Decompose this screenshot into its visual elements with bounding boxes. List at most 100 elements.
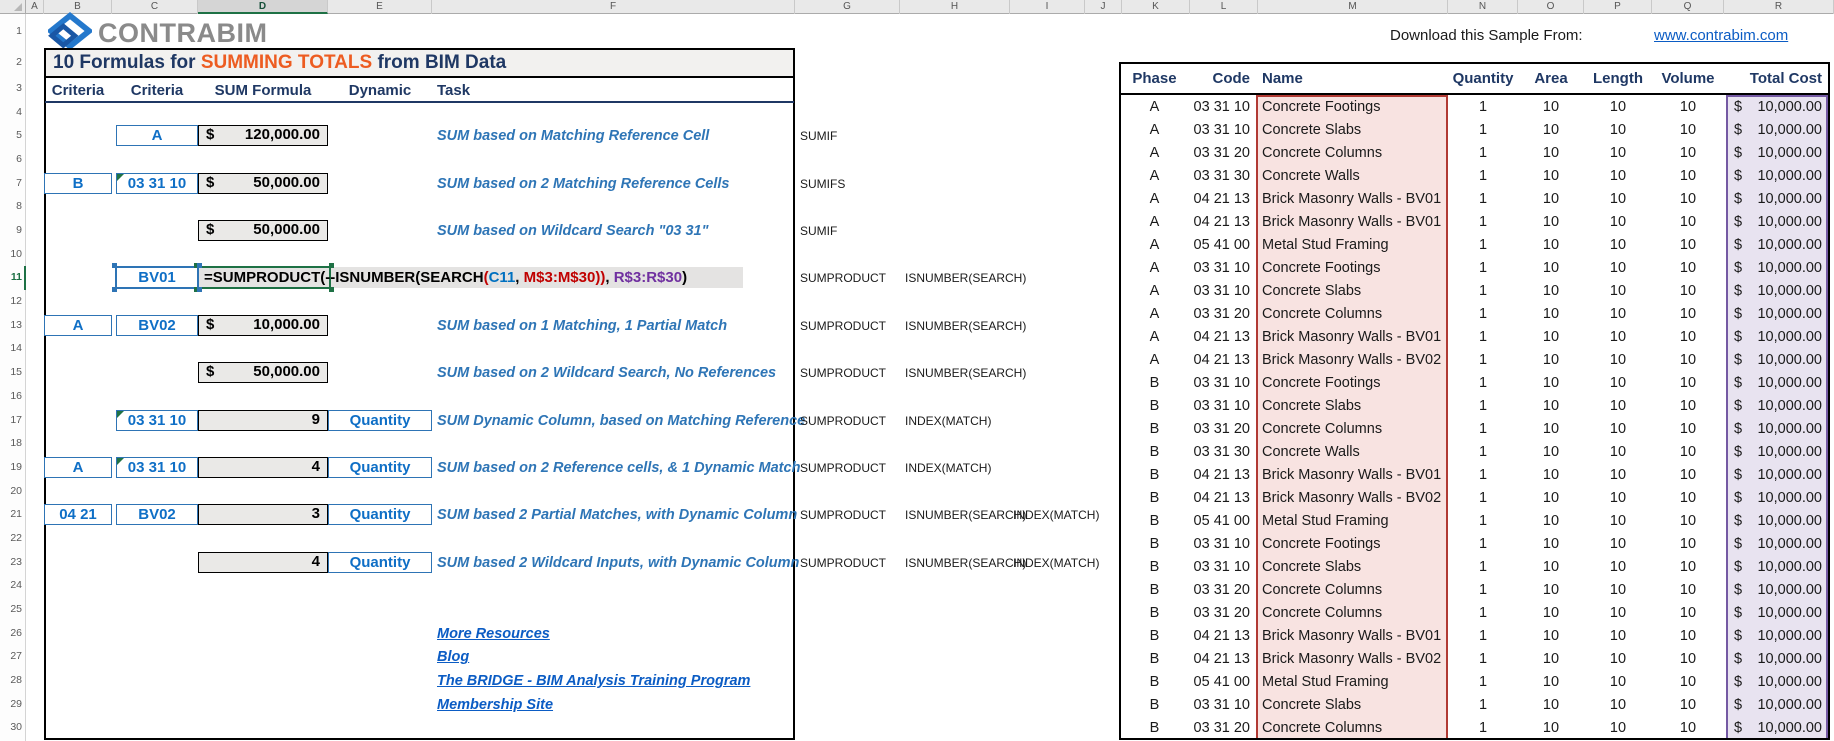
row-header-28[interactable]: 28	[0, 669, 22, 693]
row-header-11[interactable]: 11	[0, 266, 22, 290]
cell-code[interactable]: 03 31 10	[1190, 119, 1254, 142]
cell-total-cost[interactable]: $10,000.00	[1724, 372, 1830, 395]
column-header-H[interactable]: H	[900, 0, 1010, 14]
resource-link[interactable]: The BRIDGE - BIM Analysis Training Progr…	[437, 671, 750, 691]
cell-total-cost[interactable]: $10,000.00	[1724, 556, 1830, 579]
cell-area[interactable]: 10	[1518, 303, 1584, 326]
cell-total-cost[interactable]: $10,000.00	[1724, 418, 1830, 441]
cell-name[interactable]: Brick Masonry Walls - BV02	[1254, 648, 1448, 671]
dynamic-cell[interactable]: Quantity	[328, 551, 432, 573]
cell-phase[interactable]: B	[1119, 487, 1190, 510]
cell-quantity[interactable]: 1	[1448, 96, 1518, 119]
cell-area[interactable]: 10	[1518, 418, 1584, 441]
function-annotation[interactable]: SUMPRODUCT	[800, 271, 886, 285]
cell-length[interactable]: 10	[1584, 487, 1652, 510]
task-text[interactable]: SUM based on 2 Wildcard Search, No Refer…	[437, 363, 776, 383]
cell-code[interactable]: 04 21 13	[1190, 487, 1254, 510]
cell-phase[interactable]: B	[1119, 372, 1190, 395]
table-row[interactable]: B 05 41 00 Metal Stud Framing 1 10 10 10 $10,00…	[1119, 671, 1830, 694]
cell-phase[interactable]: A	[1119, 96, 1190, 119]
cell-length[interactable]: 10	[1584, 441, 1652, 464]
resource-link[interactable]: Blog	[437, 647, 469, 667]
cell-code[interactable]: 03 31 10	[1190, 533, 1254, 556]
cell-phase[interactable]: B	[1119, 510, 1190, 533]
cell-code[interactable]: 03 31 10	[1190, 556, 1254, 579]
cell-quantity[interactable]: 1	[1448, 671, 1518, 694]
column-header-L[interactable]: L	[1190, 0, 1258, 14]
formula-text[interactable]: =SUMPRODUCT(--ISNUMBER(SEARCH(C11, M$3:M…	[204, 267, 687, 288]
cell-quantity[interactable]: 1	[1448, 441, 1518, 464]
cell-name[interactable]: Brick Masonry Walls - BV01	[1254, 625, 1448, 648]
cell-volume[interactable]: 10	[1652, 303, 1724, 326]
cell-phase[interactable]: B	[1119, 717, 1190, 740]
cell-total-cost[interactable]: $10,000.00	[1724, 602, 1830, 625]
cell-volume[interactable]: 10	[1652, 372, 1724, 395]
column-header-Q[interactable]: Q	[1652, 0, 1724, 14]
cell-name[interactable]: Concrete Walls	[1254, 441, 1448, 464]
cell-volume[interactable]: 10	[1652, 625, 1724, 648]
row-header-5[interactable]: 5	[0, 124, 22, 148]
cell-length[interactable]: 10	[1584, 625, 1652, 648]
cell-total-cost[interactable]: $10,000.00	[1724, 510, 1830, 533]
cell-quantity[interactable]: 1	[1448, 487, 1518, 510]
cell-area[interactable]: 10	[1518, 556, 1584, 579]
cell-total-cost[interactable]: $10,000.00	[1724, 303, 1830, 326]
result-cell[interactable]: 9	[198, 409, 328, 431]
dynamic-cell[interactable]: Quantity	[328, 409, 432, 431]
cell-name[interactable]: Brick Masonry Walls - BV02	[1254, 487, 1448, 510]
table-row[interactable]: B 03 31 20 Concrete Columns 1 10 10 10 $10,000.…	[1119, 602, 1830, 625]
cell-volume[interactable]: 10	[1652, 188, 1724, 211]
function-annotation[interactable]: ISNUMBER(SEARCH)	[905, 508, 1026, 522]
cell-total-cost[interactable]: $10,000.00	[1724, 648, 1830, 671]
cell-phase[interactable]: B	[1119, 464, 1190, 487]
criteria2-cell[interactable]: A	[116, 125, 198, 147]
cell-area[interactable]: 10	[1518, 533, 1584, 556]
cell-length[interactable]: 10	[1584, 326, 1652, 349]
row-header-15[interactable]: 15	[0, 361, 22, 385]
row-header-22[interactable]: 22	[0, 527, 22, 551]
cell-total-cost[interactable]: $10,000.00	[1724, 625, 1830, 648]
cell-area[interactable]: 10	[1518, 510, 1584, 533]
task-text[interactable]: SUM based 2 Partial Matches, with Dynami…	[437, 505, 797, 525]
cell-volume[interactable]: 10	[1652, 395, 1724, 418]
cell-name[interactable]: Concrete Columns	[1254, 418, 1448, 441]
criteria1-cell[interactable]: A	[44, 456, 112, 478]
table-row[interactable]: A 04 21 13 Brick Masonry Walls - BV01 1 10 10…	[1119, 188, 1830, 211]
table-row[interactable]: B 03 31 10 Concrete Footings 1 10 10 10 $10,000…	[1119, 372, 1830, 395]
cell-volume[interactable]: 10	[1652, 602, 1724, 625]
result-cell[interactable]: 4	[198, 456, 328, 478]
cell-total-cost[interactable]: $10,000.00	[1724, 326, 1830, 349]
function-annotation[interactable]: INDEX(MATCH)	[905, 461, 991, 475]
table-row[interactable]: A 05 41 00 Metal Stud Framing 1 10 10 10 $10,00…	[1119, 234, 1830, 257]
cell-total-cost[interactable]: $10,000.00	[1724, 142, 1830, 165]
cell-phase[interactable]: B	[1119, 418, 1190, 441]
cell-area[interactable]: 10	[1518, 602, 1584, 625]
row-header-6[interactable]: 6	[0, 148, 22, 172]
cell-phase[interactable]: A	[1119, 165, 1190, 188]
column-header-E[interactable]: E	[328, 0, 432, 14]
select-all-corner[interactable]	[0, 0, 26, 14]
cell-quantity[interactable]: 1	[1448, 349, 1518, 372]
row-header-1[interactable]: 1	[0, 14, 22, 48]
cell-quantity[interactable]: 1	[1448, 234, 1518, 257]
cell-name[interactable]: Concrete Footings	[1254, 96, 1448, 119]
table-row[interactable]: A 03 31 30 Concrete Walls 1 10 10 10 $10,000.00	[1119, 165, 1830, 188]
cell-length[interactable]: 10	[1584, 579, 1652, 602]
cell-area[interactable]: 10	[1518, 487, 1584, 510]
table-row[interactable]: B 04 21 13 Brick Masonry Walls - BV02 1 10 10…	[1119, 487, 1830, 510]
cell-area[interactable]: 10	[1518, 142, 1584, 165]
cell-phase[interactable]: B	[1119, 579, 1190, 602]
cell-volume[interactable]: 10	[1652, 326, 1724, 349]
function-annotation[interactable]: ISNUMBER(SEARCH)	[905, 271, 1026, 285]
cell-name[interactable]: Concrete Columns	[1254, 717, 1448, 740]
cell-quantity[interactable]: 1	[1448, 119, 1518, 142]
resource-link[interactable]: Membership Site	[437, 695, 553, 715]
cell-code[interactable]: 03 31 10	[1190, 257, 1254, 280]
cell-phase[interactable]: B	[1119, 694, 1190, 717]
table-row[interactable]: A 03 31 20 Concrete Columns 1 10 10 10 $10,000.…	[1119, 142, 1830, 165]
criteria1-cell[interactable]: A	[44, 314, 112, 336]
cell-volume[interactable]: 10	[1652, 694, 1724, 717]
task-text[interactable]: SUM based 2 Wildcard Inputs, with Dynami…	[437, 553, 799, 573]
cell-code[interactable]: 03 31 10	[1190, 694, 1254, 717]
row-header-13[interactable]: 13	[0, 314, 22, 338]
